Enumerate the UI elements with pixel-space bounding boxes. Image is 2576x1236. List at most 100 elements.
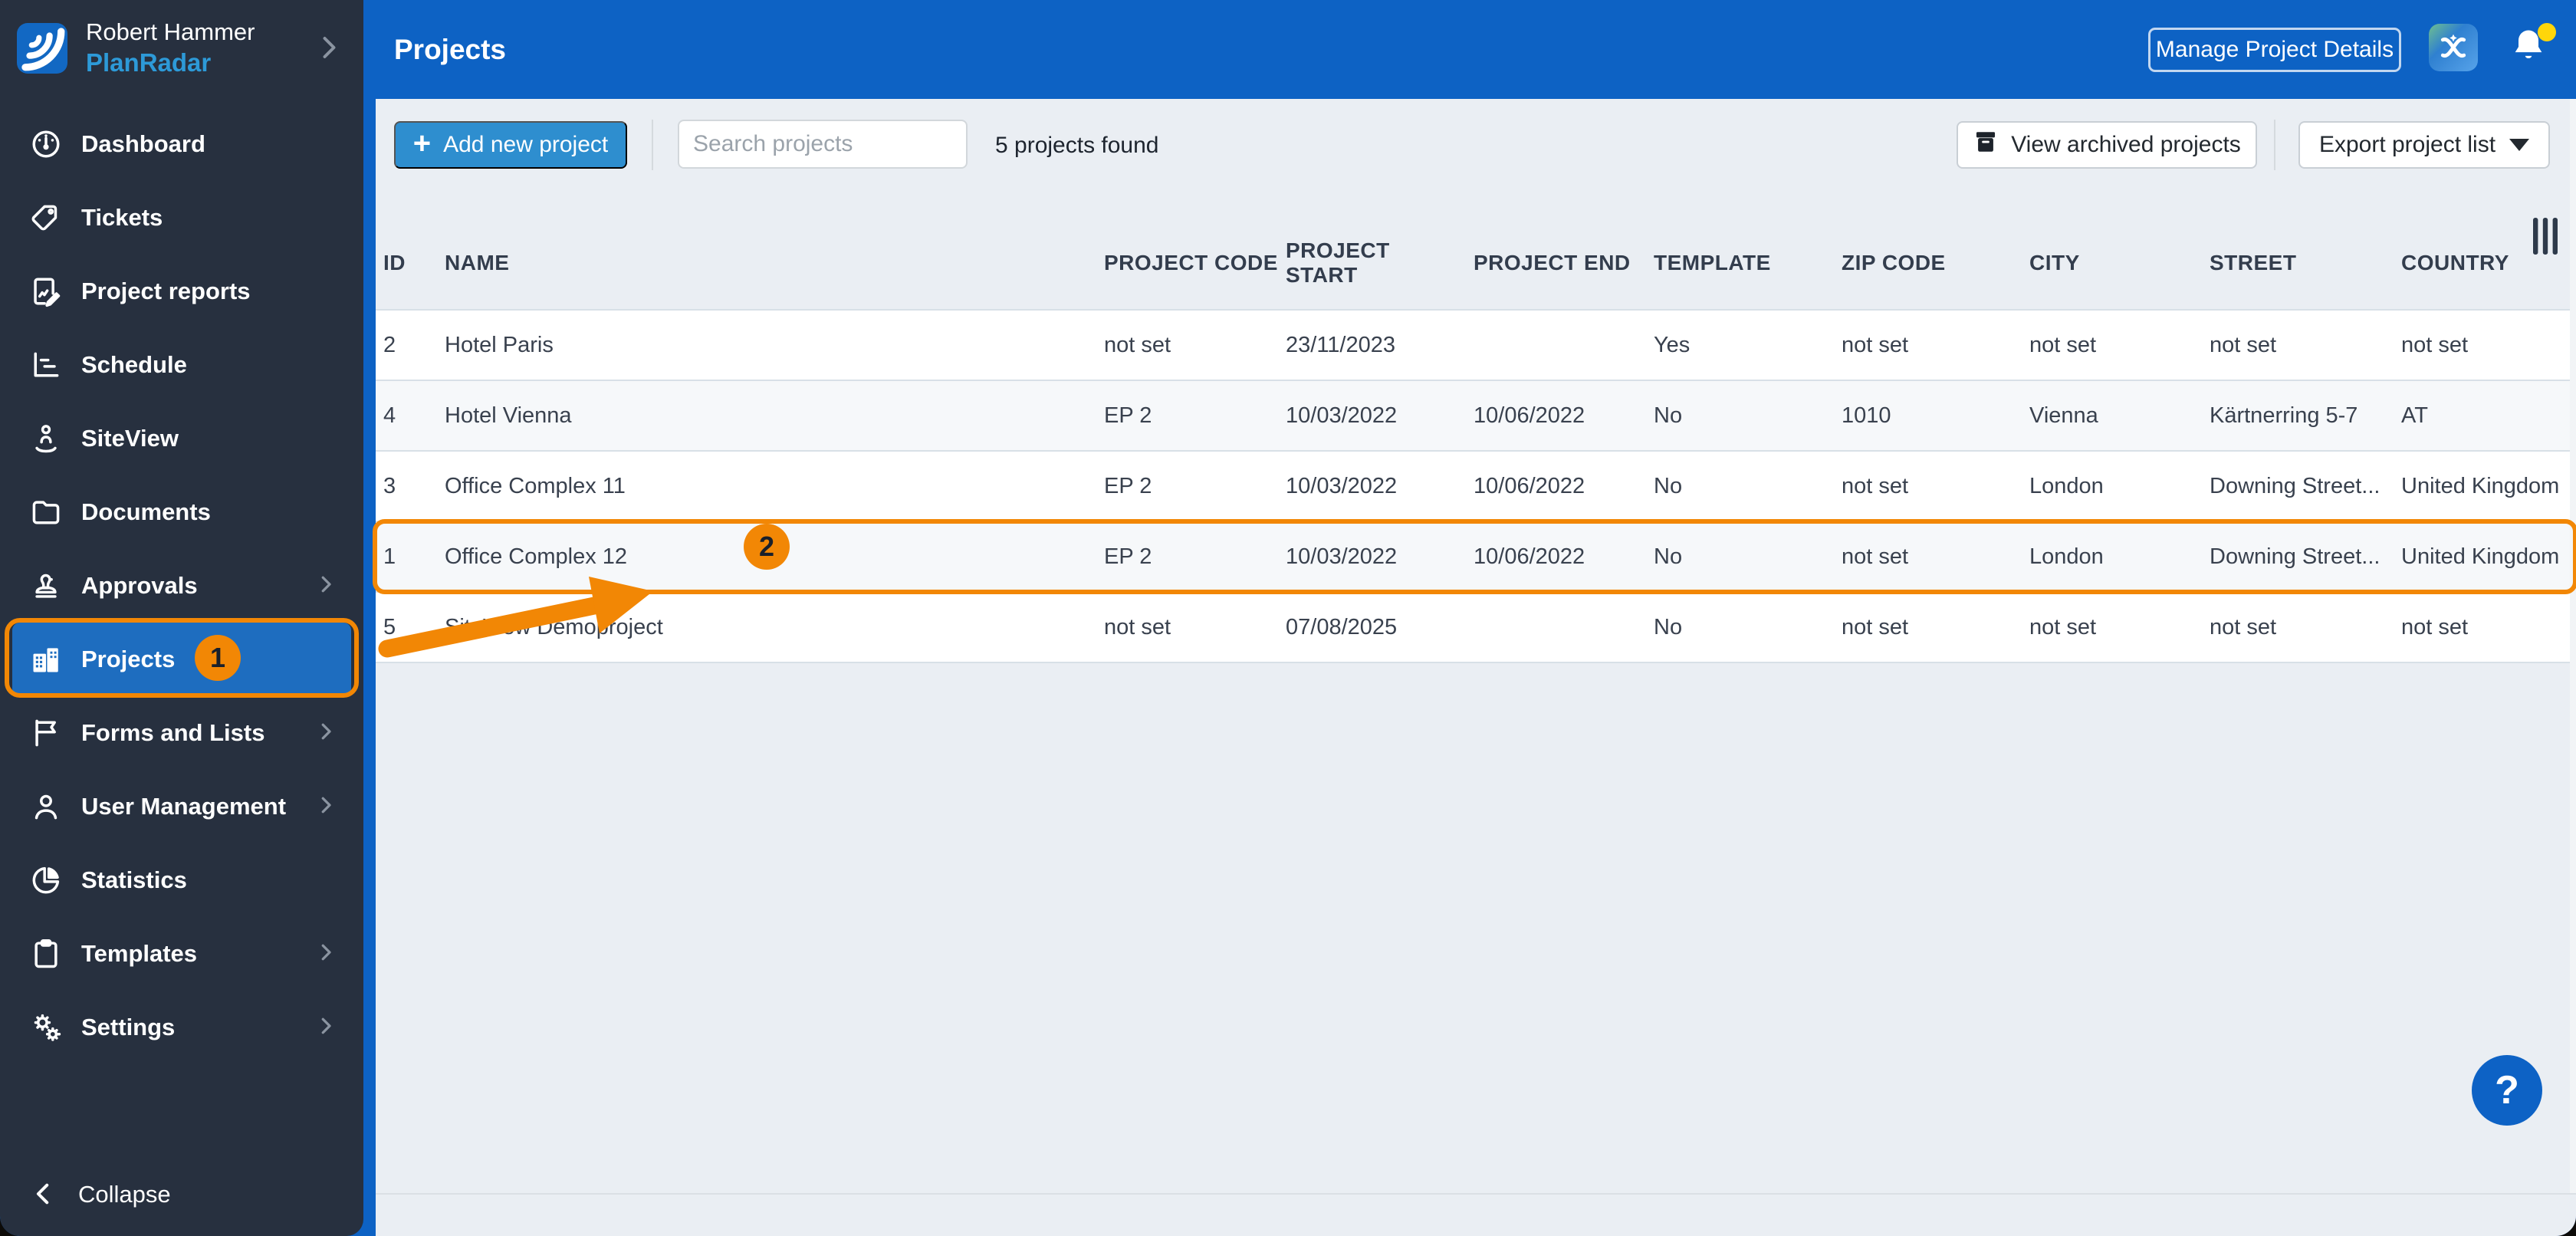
cell-name: Hotel Paris	[445, 332, 554, 357]
sidebar-item-tickets[interactable]: Tickets	[0, 181, 363, 255]
sidebar-item-siteview[interactable]: SiteView	[0, 402, 363, 475]
cell-street: Kärtnerring 5-7	[2210, 403, 2358, 428]
stamp-icon	[29, 569, 63, 603]
column-header-country[interactable]: COUNTRY	[2394, 217, 2570, 309]
person-pin-icon	[29, 422, 63, 455]
column-header-street[interactable]: STREET	[2202, 217, 2394, 309]
manage-project-details-button[interactable]: Manage Project Details	[2148, 28, 2401, 72]
scrollbar-track[interactable]	[2570, 99, 2576, 1193]
export-project-list-button[interactable]: Export project list	[2298, 121, 2550, 169]
results-count: 5 projects found	[995, 133, 1159, 158]
cell-name: Office Complex 11	[445, 473, 626, 498]
sidebar-item-label: Documents	[81, 498, 211, 525]
table-row-office-complex-11[interactable]: 3 Office Complex 11 EP 2 10/03/2022 10/06/20…	[376, 450, 2570, 521]
sidebar-item-project-reports[interactable]: Project reports	[0, 255, 363, 328]
cell-project-code: EP 2	[1104, 544, 1152, 569]
sidebar: Robert Hammer PlanRadar Dashboard Tickets…	[0, 0, 363, 1236]
cell-id: 4	[383, 403, 396, 428]
cell-city: Vienna	[2029, 403, 2098, 428]
sidebar-item-templates[interactable]: Templates	[0, 917, 363, 991]
cell-country: United Kingdom	[2401, 473, 2560, 498]
flag-icon	[29, 716, 63, 750]
collapse-button[interactable]: Collapse	[0, 1170, 363, 1219]
column-header-project-code[interactable]: PROJECT CODE	[1096, 217, 1278, 309]
cell-project-end	[1466, 311, 1646, 380]
table-header-row: ID NAME PROJECT CODE PROJECT START PROJECT E…	[376, 217, 2570, 309]
cell-street: Downing Street...	[2210, 544, 2380, 569]
sidebar-item-schedule[interactable]: Schedule	[0, 328, 363, 402]
cell-template: No	[1654, 544, 1683, 569]
cell-street: not set	[2210, 332, 2277, 357]
notifications-bell-icon[interactable]	[2509, 23, 2556, 74]
column-header-name[interactable]: NAME	[437, 217, 1096, 309]
page-title: Projects	[394, 34, 507, 65]
sidebar-item-user-management[interactable]: User Management	[0, 770, 363, 843]
help-button[interactable]: ?	[2472, 1055, 2542, 1126]
sidebar-item-label: Project reports	[81, 278, 251, 304]
tag-icon	[29, 201, 63, 235]
cell-project-start: 10/03/2022	[1286, 403, 1398, 428]
column-header-project-end[interactable]: PROJECT END	[1466, 217, 1646, 309]
toolbar-divider	[2274, 120, 2275, 170]
cell-name: Office Complex 12	[445, 544, 628, 569]
chevron-right-icon	[314, 794, 337, 820]
table-row-hotel-paris[interactable]: 2 Hotel Paris not set 23/11/2023 Yes not set n…	[376, 309, 2570, 380]
clipboard-icon	[29, 937, 63, 971]
cell-template: No	[1654, 403, 1683, 428]
sidebar-item-settings[interactable]: Settings	[0, 991, 363, 1064]
cell-city: not set	[2029, 614, 2097, 639]
cell-project-end	[1466, 593, 1646, 662]
sidebar-item-forms-and-lists[interactable]: Forms and Lists	[0, 696, 363, 770]
cell-country: not set	[2401, 614, 2469, 639]
table-row-office-complex-12[interactable]: 1 Office Complex 12 EP 2 10/03/2022 10/06/20…	[376, 521, 2570, 591]
notification-badge-dot	[2538, 23, 2556, 41]
table-body: 2 Hotel Paris not set 23/11/2023 Yes not set n…	[376, 309, 2570, 663]
column-header-template[interactable]: TEMPLATE	[1646, 217, 1834, 309]
collapse-label: Collapse	[78, 1181, 171, 1208]
archive-box-icon	[1973, 129, 1999, 161]
planradar-connect-icon[interactable]	[2429, 24, 2478, 71]
cell-zip-code: not set	[1842, 544, 1909, 569]
account-switcher[interactable]: Robert Hammer PlanRadar	[0, 0, 363, 100]
cell-project-code: not set	[1104, 332, 1171, 357]
cell-project-start: 10/03/2022	[1286, 473, 1398, 498]
chevron-right-icon	[314, 941, 337, 968]
cell-name: Hotel Vienna	[445, 403, 572, 428]
cell-country: AT	[2401, 403, 2428, 428]
account-name: PlanRadar	[86, 48, 212, 77]
cell-project-end: 10/06/2022	[1474, 544, 1585, 569]
column-header-city[interactable]: CITY	[2022, 217, 2202, 309]
table-row-hotel-vienna[interactable]: 4 Hotel Vienna EP 2 10/03/2022 10/06/2022 No 1…	[376, 380, 2570, 450]
sidebar-item-statistics[interactable]: Statistics	[0, 843, 363, 917]
column-header-project-start[interactable]: PROJECT START	[1278, 217, 1466, 309]
cell-project-end: 10/06/2022	[1474, 403, 1585, 428]
view-archived-label: View archived projects	[2011, 132, 2241, 157]
pie-icon	[29, 863, 63, 897]
cell-zip-code: not set	[1842, 614, 1909, 639]
cell-project-start: 10/03/2022	[1286, 544, 1398, 569]
column-header-zip-code[interactable]: ZIP CODE	[1834, 217, 2022, 309]
sidebar-item-label: User Management	[81, 793, 287, 820]
table-row-siteview-demoproject[interactable]: 5 SiteView Demoproject not set 07/08/2025 No…	[376, 591, 2570, 662]
planradar-logo-icon	[17, 23, 67, 74]
chevron-left-icon	[31, 1181, 58, 1208]
search-projects-input[interactable]	[679, 121, 966, 167]
sidebar-item-documents[interactable]: Documents	[0, 475, 363, 549]
sidebar-item-approvals[interactable]: Approvals	[0, 549, 363, 623]
add-new-project-button[interactable]: + Add new project	[394, 121, 627, 169]
sidebar-item-label: Settings	[81, 1014, 176, 1040]
cell-street: Downing Street...	[2210, 473, 2380, 498]
cell-city: London	[2029, 544, 2104, 569]
gears-icon	[29, 1011, 63, 1044]
cell-project-code: EP 2	[1104, 473, 1152, 498]
plus-icon: +	[412, 127, 432, 160]
cell-zip-code: not set	[1842, 473, 1909, 498]
search-projects-box	[678, 120, 968, 169]
cell-zip-code: 1010	[1842, 403, 1891, 428]
sidebar-item-dashboard[interactable]: Dashboard	[0, 107, 363, 181]
sidebar-item-projects[interactable]: Projects	[12, 623, 351, 696]
gantt-icon	[29, 348, 63, 382]
column-header-id[interactable]: ID	[376, 217, 437, 309]
gauge-icon	[29, 127, 63, 161]
view-archived-projects-button[interactable]: View archived projects	[1957, 121, 2257, 169]
